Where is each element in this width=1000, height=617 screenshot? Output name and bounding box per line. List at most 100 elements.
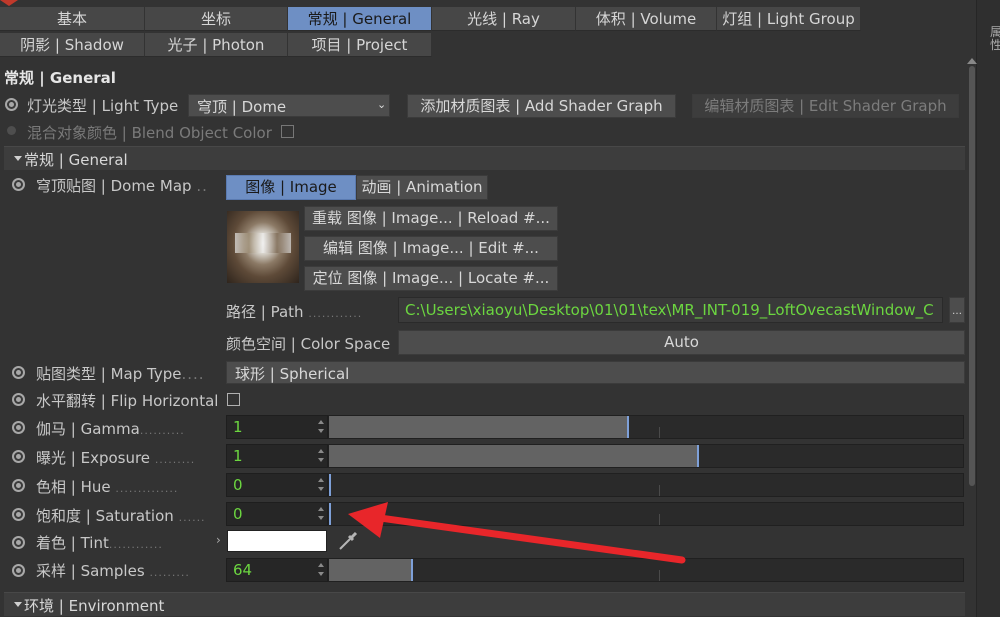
map-type-animate-radio[interactable]	[12, 366, 25, 379]
flip-horizontal-animate-radio[interactable]	[12, 393, 25, 406]
right-side-panel	[976, 0, 1000, 617]
section-environment-label: 环境 | Environment	[24, 597, 165, 615]
hue-label: 色相 | Hue ..............	[36, 476, 178, 497]
light-type-label: 灯光类型 | Light Type	[27, 97, 179, 115]
saturation-animate-radio[interactable]	[12, 508, 25, 521]
saturation-input[interactable]: 0	[226, 502, 328, 526]
reload-image-button[interactable]: 重载 图像 | Image... | Reload #...	[304, 206, 558, 231]
samples-animate-radio[interactable]	[12, 564, 25, 577]
exposure-input[interactable]: 1	[226, 444, 328, 468]
spinner-arrows-icon[interactable]	[318, 449, 324, 463]
dome-map-animate-radio[interactable]	[12, 178, 25, 191]
tab-basic[interactable]: 基本	[0, 7, 145, 31]
collapse-arrow-icon	[14, 602, 22, 607]
saturation-label: 饱和度 | Saturation ......	[36, 505, 206, 526]
hue-animate-radio[interactable]	[12, 479, 25, 492]
dome-map-label-text: 穹顶贴图 | Dome Map	[36, 177, 192, 195]
hue-slider-handle[interactable]	[329, 474, 331, 496]
blend-object-color-checkbox[interactable]	[281, 125, 294, 138]
exposure-animate-radio[interactable]	[12, 450, 25, 463]
light-type-value: 穹顶 | Dome	[197, 98, 287, 116]
samples-label-text: 采样 | Samples	[36, 562, 145, 580]
color-space-select[interactable]: Auto	[398, 330, 965, 355]
exposure-slider[interactable]	[328, 444, 964, 468]
tab-coordinates[interactable]: 坐标	[145, 7, 288, 31]
light-type-select[interactable]: 穹顶 | Dome ⌄	[188, 94, 390, 117]
light-type-animate-radio[interactable]	[5, 98, 18, 111]
gamma-slider-handle[interactable]	[627, 416, 629, 438]
tab-project[interactable]: 项目 | Project	[288, 33, 432, 57]
path-label: 路径 | Path ............	[226, 301, 362, 322]
tab-row-1: 基本 坐标 常规 | General 光线 | Ray 体积 | Volume …	[0, 7, 861, 33]
hue-dots: ..............	[115, 482, 179, 495]
tab-row-2: 阴影 | Shadow 光子 | Photon 项目 | Project	[0, 33, 432, 59]
blend-color-radio[interactable]	[7, 126, 16, 135]
spinner-arrows-icon[interactable]	[318, 478, 324, 492]
color-space-label: 颜色空间 | Color Space	[226, 335, 391, 353]
browse-path-button[interactable]: …	[949, 297, 965, 323]
dome-map-thumbnail	[227, 211, 299, 283]
hue-slider[interactable]	[328, 473, 964, 497]
exposure-value: 1	[233, 447, 243, 465]
saturation-value: 0	[233, 505, 243, 523]
exposure-slider-handle[interactable]	[697, 445, 699, 467]
tab-ray[interactable]: 光线 | Ray	[432, 7, 576, 31]
tint-color-swatch[interactable]	[227, 530, 327, 552]
locate-image-button[interactable]: 定位 图像 | Image... | Locate #...	[304, 266, 558, 291]
tint-label: 着色 | Tint............	[36, 532, 163, 553]
gamma-input[interactable]: 1	[226, 415, 328, 439]
gamma-value: 1	[233, 418, 243, 436]
tab-volume[interactable]: 体积 | Volume	[576, 7, 717, 31]
gamma-label: 伽马 | Gamma..........	[36, 418, 185, 439]
samples-value: 64	[233, 561, 253, 579]
exposure-label: 曝光 | Exposure .........	[36, 447, 195, 468]
flip-horizontal-checkbox[interactable]	[227, 393, 240, 406]
vertical-scrollbar[interactable]	[969, 66, 975, 486]
tint-animate-radio[interactable]	[12, 536, 25, 549]
thumbnail-panorama	[235, 233, 291, 253]
path-dots: ............	[308, 307, 363, 320]
exposure-dots: .........	[154, 453, 196, 466]
blend-object-color-label: 混合对象颜色 | Blend Object Color	[27, 124, 272, 142]
exposure-slider-fill	[329, 445, 697, 467]
saturation-slider-handle[interactable]	[329, 503, 331, 525]
chevron-right-icon[interactable]: ›	[216, 533, 221, 547]
tab-photon[interactable]: 光子 | Photon	[145, 33, 288, 57]
spinner-arrows-icon[interactable]	[318, 420, 324, 434]
saturation-label-text: 饱和度 | Saturation	[36, 507, 174, 525]
section-environment[interactable]: 环境 | Environment	[4, 592, 965, 616]
flip-horizontal-label: 水平翻转 | Flip Horizontal	[36, 392, 219, 410]
spinner-arrows-icon[interactable]	[318, 507, 324, 521]
samples-label: 采样 | Samples .........	[36, 560, 190, 581]
ellipsis-icon: …	[952, 306, 962, 317]
spinner-arrows-icon[interactable]	[318, 563, 324, 577]
tab-shadow[interactable]: 阴影 | Shadow	[0, 33, 145, 57]
tab-image[interactable]: 图像 | Image	[226, 175, 356, 200]
tab-animation[interactable]: 动画 | Animation	[356, 175, 488, 200]
gamma-slider[interactable]	[328, 415, 964, 439]
edit-shader-graph-button[interactable]: 编辑材质图表 | Edit Shader Graph	[692, 94, 959, 118]
add-shader-graph-button[interactable]: 添加材质图表 | Add Shader Graph	[407, 94, 676, 118]
samples-input[interactable]: 64	[226, 558, 328, 582]
section-general[interactable]: 常规 | General	[4, 146, 965, 170]
map-type-select[interactable]: 球形 | Spherical	[226, 361, 965, 384]
samples-dots: .........	[149, 566, 190, 579]
gamma-animate-radio[interactable]	[12, 421, 25, 434]
side-panel-label[interactable]: 属性	[990, 26, 1000, 52]
map-type-label-text: 贴图类型 | Map Type	[36, 365, 182, 383]
path-input[interactable]: C:\Users\xiaoyu\Desktop\01\01\tex\MR_INT…	[398, 297, 943, 323]
tab-light-group[interactable]: 灯组 | Light Group	[717, 7, 861, 31]
tint-label-text: 着色 | Tint	[36, 534, 109, 552]
map-type-value: 球形 | Spherical	[235, 365, 350, 383]
section-general-label: 常规 | General	[24, 151, 128, 169]
app-corner-icon	[0, 0, 18, 6]
path-label-text: 路径 | Path	[226, 303, 304, 321]
hue-value: 0	[233, 476, 243, 494]
saturation-dots: ......	[178, 511, 206, 524]
map-type-dots: ....	[181, 365, 205, 383]
tab-general[interactable]: 常规 | General	[288, 7, 432, 31]
hue-input[interactable]: 0	[226, 473, 328, 497]
scroll-up-arrow-icon[interactable]	[967, 58, 977, 64]
exposure-label-text: 曝光 | Exposure	[36, 449, 151, 467]
edit-image-button[interactable]: 编辑 图像 | Image... | Edit #...	[304, 236, 558, 261]
